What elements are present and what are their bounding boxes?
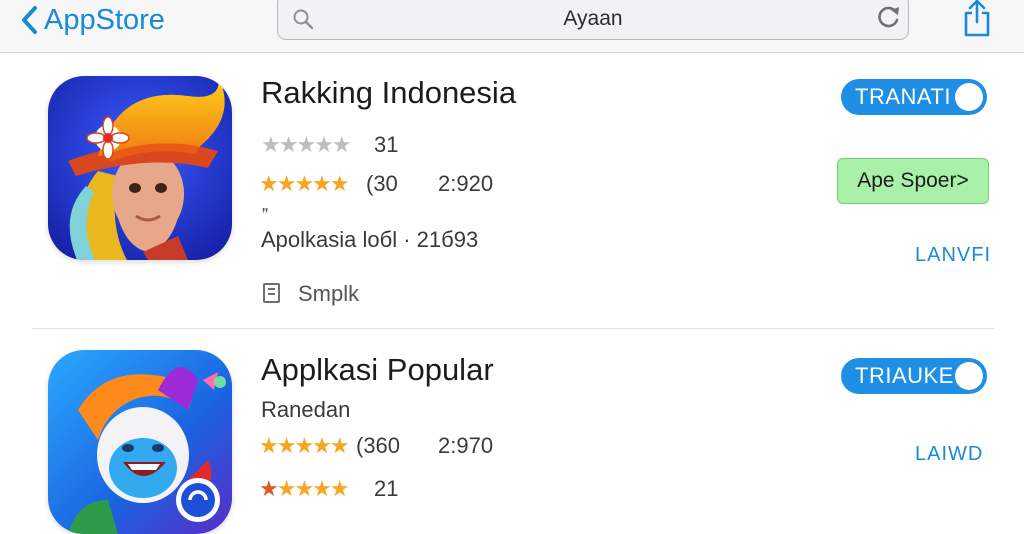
reload-icon[interactable]	[876, 4, 902, 30]
toggle-knob	[955, 362, 983, 390]
sample-label[interactable]: Smplk	[298, 281, 359, 307]
list-item[interactable]: Applkasi Popular Ranedan ★★★★★ (360 2:97…	[0, 330, 1024, 534]
rating-stars: ★★★★★	[259, 171, 350, 196]
toggle-button[interactable]: TRANATI	[841, 79, 987, 115]
rating-count: 31	[374, 132, 399, 157]
app-title[interactable]: Applkasi Popular	[261, 352, 494, 388]
app-title[interactable]: Rakking Indonesia	[261, 75, 516, 111]
category-line: Apolkasia loбl · 21б93	[261, 227, 479, 252]
chevron-left-icon	[22, 6, 37, 34]
toggle-label: TRANATI	[855, 84, 951, 109]
search-field[interactable]: Ayaan	[277, 0, 909, 40]
mark-text: „	[262, 194, 268, 214]
search-input[interactable]: Ayaan	[278, 7, 908, 31]
share-icon[interactable]	[962, 0, 992, 38]
toggle-label: TRIAUKE	[855, 363, 954, 388]
store-button[interactable]: Ape Spoer>	[837, 158, 989, 204]
link-button[interactable]: LANVFI	[915, 244, 991, 267]
app-subtitle: Ranedan	[261, 397, 351, 422]
rating-stars: ★★★★★	[259, 476, 350, 501]
rating-count: (30	[366, 171, 398, 196]
stat-value: 2:920	[438, 171, 494, 196]
stat-value: 2:970	[438, 433, 494, 458]
list-item[interactable]: Rakking Indonesia ★★★★★ 31 ★★★★★ (30 2:9…	[0, 53, 1024, 329]
rating-stars: ★★★★★	[259, 433, 350, 458]
hero-app-icon	[48, 76, 232, 260]
rating-count: 21	[374, 476, 399, 501]
character-app-icon	[48, 350, 232, 534]
link-button[interactable]: LAIWD	[915, 443, 983, 466]
toggle-knob	[955, 83, 983, 111]
document-icon	[263, 283, 280, 303]
row-divider	[32, 328, 994, 329]
rating-count: (360	[356, 433, 401, 458]
app-icon[interactable]	[48, 350, 232, 534]
rating-stars: ★★★★★	[261, 132, 352, 157]
back-label: AppStore	[44, 3, 165, 36]
back-button[interactable]: AppStore	[20, 2, 165, 38]
toggle-button[interactable]: TRIAUKE	[841, 358, 987, 394]
top-bar: AppStore Ayaan	[0, 0, 1024, 53]
app-icon[interactable]	[48, 76, 232, 260]
